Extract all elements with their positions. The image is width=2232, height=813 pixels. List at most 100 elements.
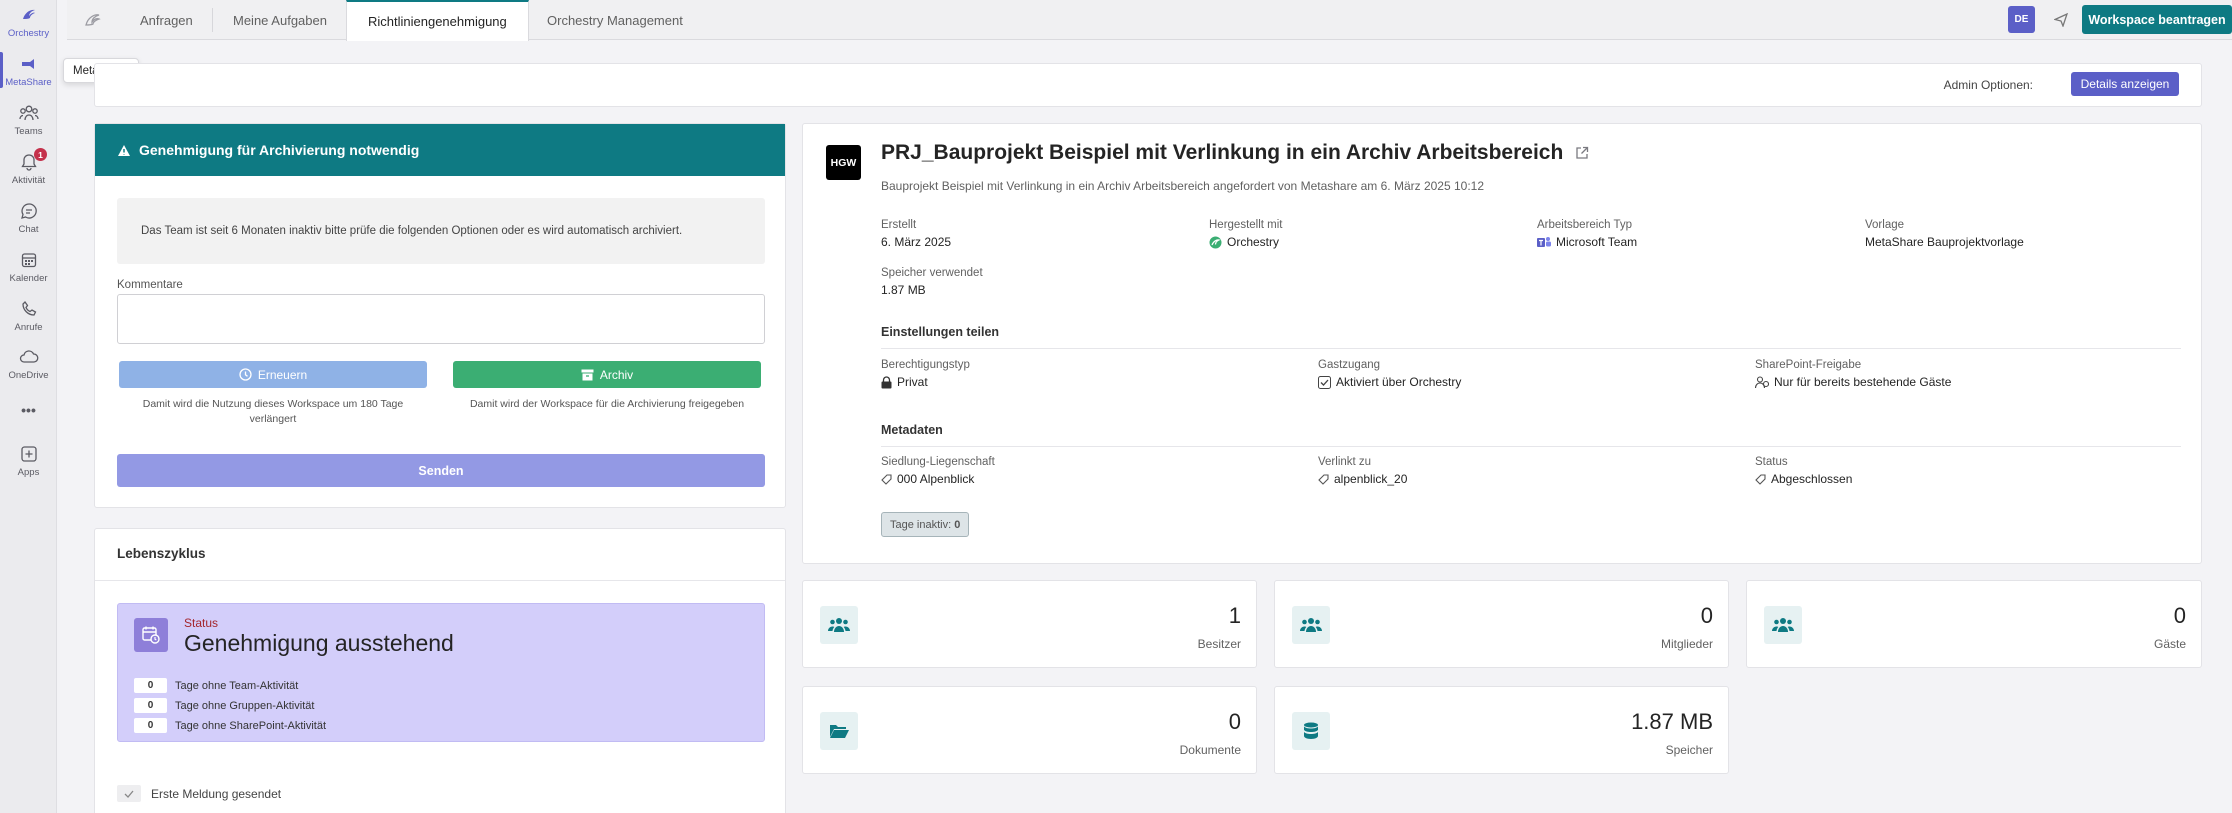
lifecycle-card: Lebenszyklus Status Genehmigung ausstehe… (94, 528, 786, 813)
language-button[interactable]: DE (2008, 6, 2035, 33)
field-guest-access: Gastzugang Aktiviert über Orchestry (1318, 359, 1461, 389)
workspace-logo: HGW (826, 145, 861, 180)
stat-value: 1.87 MB (1631, 709, 1713, 734)
metashare-icon (18, 53, 40, 75)
stat-value: 0 (1228, 709, 1241, 734)
field-value: Privat (897, 375, 928, 389)
field-label: Status (1755, 456, 1788, 468)
request-workspace-button[interactable]: Workspace beantragen (2082, 5, 2232, 34)
counter-value: 0 (134, 698, 167, 713)
stat-value: 0 (2173, 603, 2186, 628)
renew-label: Erneuern (257, 367, 308, 382)
more-icon[interactable]: ••• (0, 402, 57, 418)
field-label: SharePoint-Freigabe (1755, 359, 1862, 371)
tab-requests[interactable]: Anfragen (119, 0, 214, 40)
rail-item-teams[interactable]: Teams (0, 102, 57, 137)
field-value: 6. März 2025 (881, 235, 952, 249)
stat-card-storage: 1.87 MB Speicher (1274, 686, 1729, 774)
app-logo-icon (82, 10, 102, 30)
rail-item-onedrive[interactable]: OneDrive (0, 346, 57, 381)
counter-value: 0 (134, 718, 167, 733)
field-created: Erstellt 6. März 2025 (881, 219, 951, 249)
stat-label: Gäste (2153, 637, 2186, 651)
workspace-subtitle: Bauprojekt Beispiel mit Verlinkung in ei… (881, 179, 1484, 193)
first-notice-row: Erste Meldung gesendet (117, 785, 281, 802)
rail-item-orchestry[interactable]: Orchestry (0, 4, 57, 39)
archive-hint: Damit wird der Workspace für die Archivi… (469, 398, 745, 410)
counter-team: 0 Tage ohne Team-Aktivität (134, 678, 298, 693)
tab-orchestry-management[interactable]: Orchestry Management (526, 0, 704, 40)
metadata-section-title: Metadaten (881, 423, 2181, 447)
checkbox-checked-icon (1318, 375, 1331, 389)
app-rail: Orchestry MetaShare Teams 1 Aktivität Ch… (0, 0, 57, 813)
comment-textarea[interactable] (117, 294, 765, 344)
approval-title: Genehmigung für Archivierung notwendig (139, 142, 420, 158)
field-workspace-type: Arbeitsbereich Typ Microsoft Team (1537, 219, 1637, 249)
rail-label: Teams (14, 126, 43, 137)
stat-value: 0 (1700, 603, 1713, 628)
tab-policy-approval[interactable]: Richtliniengenehmigung (346, 0, 529, 41)
rail-item-apps[interactable]: Apps (0, 443, 57, 478)
send-icon[interactable] (2047, 6, 2074, 33)
orchestry-logo-icon (18, 4, 40, 26)
counter-label: Tage ohne Team-Aktivität (175, 679, 299, 692)
archive-button[interactable]: Archiv (453, 361, 761, 388)
rail-item-activity[interactable]: 1 Aktivität (0, 148, 57, 186)
status-label: Status (184, 616, 219, 630)
archive-label: Archiv (599, 367, 634, 382)
show-details-button[interactable]: Details anzeigen (2071, 72, 2179, 96)
tag-icon (1318, 473, 1329, 485)
field-label: Hergestellt mit (1209, 219, 1283, 231)
chat-icon (18, 200, 40, 222)
people-icon (820, 606, 858, 644)
counter-label: Tage ohne Gruppen-Aktivität (175, 699, 315, 712)
rail-item-metashare[interactable]: MetaShare (0, 53, 57, 88)
field-permission: Berechtigungstyp Privat (881, 359, 970, 389)
lock-icon (881, 375, 892, 389)
field-value: Abgeschlossen (1771, 472, 1853, 486)
renew-button[interactable]: Erneuern (119, 361, 427, 388)
rail-label: Aktivität (11, 175, 46, 186)
field-linked-to: Verlinkt zu alpenblick_20 (1318, 456, 1407, 486)
teams-icon (18, 102, 40, 124)
external-link-icon[interactable] (1575, 146, 1589, 160)
field-value: Orchestry (1227, 235, 1280, 249)
rail-label: Kalender (9, 273, 48, 284)
microsoft-teams-icon (1537, 236, 1551, 249)
field-label: Siedlung-Liegenschaft (881, 456, 995, 468)
approval-header: Genehmigung für Archivierung notwendig (95, 124, 785, 176)
admin-options-bar: Admin Optionen: Details anzeigen (94, 63, 2202, 107)
submit-button[interactable]: Senden (117, 454, 765, 487)
counter-group: 0 Tage ohne Gruppen-Aktivität (134, 698, 314, 713)
tag-icon (1755, 473, 1766, 485)
field-value: MetaShare Bauprojektvorlage (1865, 235, 2024, 249)
days-inactive-pill: Tage inaktiv: 0 (881, 512, 970, 537)
warning-icon (117, 144, 131, 157)
rail-label: OneDrive (8, 370, 49, 381)
rail-label: Apps (17, 467, 40, 478)
rail-item-chat[interactable]: Chat (0, 200, 57, 235)
field-status: Status Abgeschlossen (1755, 456, 1852, 486)
tab-my-tasks[interactable]: Meine Aufgaben (212, 0, 348, 40)
divider (95, 580, 785, 581)
notification-badge: 1 (34, 148, 47, 161)
tag-icon (881, 473, 892, 485)
workspace-title: PRJ_Bauprojekt Beispiel mit Verlinkung i… (881, 141, 1564, 164)
field-value: Nur für bereits bestehende Gäste (1774, 375, 1952, 389)
rail-item-calls[interactable]: Anrufe (0, 298, 57, 333)
stat-card-owners: 1 Besitzer (802, 580, 1257, 668)
orchestry-small-icon (1209, 236, 1222, 249)
stat-value: 1 (1228, 603, 1241, 628)
cloud-icon (18, 346, 40, 368)
stat-label: Besitzer (1197, 637, 1241, 651)
phone-icon (18, 298, 40, 320)
field-value: 000 Alpenblick (897, 472, 975, 486)
renew-hint: Damit wird die Nutzung dieses Workspace … (142, 398, 404, 425)
stat-card-documents: 0 Dokumente (802, 686, 1257, 774)
folder-open-icon (820, 712, 858, 750)
comment-label: Kommentare (117, 279, 183, 291)
field-label: Berechtigungstyp (881, 359, 970, 371)
rail-item-calendar[interactable]: Kalender (0, 249, 57, 284)
archive-box-icon (581, 369, 594, 381)
check-icon (117, 785, 141, 802)
